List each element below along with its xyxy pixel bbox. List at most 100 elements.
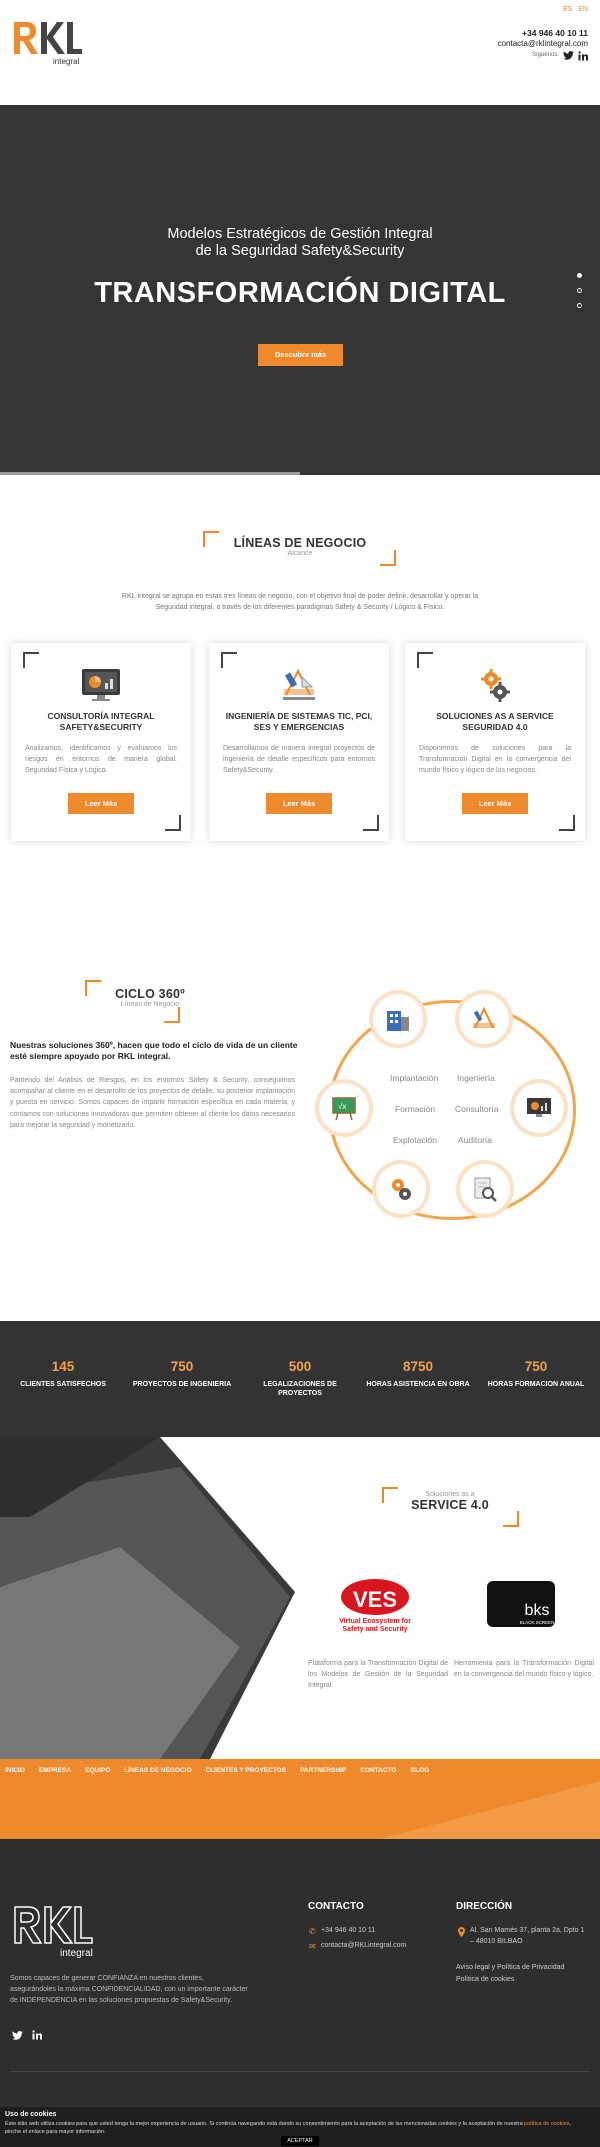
location-pin-icon bbox=[458, 1927, 465, 1937]
drafting-tools-icon bbox=[459, 994, 509, 1044]
ves-description: Plataforma para la Transformación Digita… bbox=[308, 1660, 448, 1689]
magnifier-document-icon bbox=[460, 1164, 510, 1214]
rkl-logo[interactable]: integral bbox=[12, 18, 84, 66]
footer-logo[interactable]: integral bbox=[12, 1903, 104, 1959]
accept-cookies-button[interactable]: ACEPTAR bbox=[281, 2136, 319, 2146]
svg-text:Safety and Security: Safety and Security bbox=[343, 1626, 408, 1633]
footer-nav: INICIO EMPRESA EQUIPO LÍNEAS DE NEGOCIO … bbox=[0, 1759, 600, 1781]
lang-en-link[interactable]: EN bbox=[578, 6, 588, 13]
lineas-title: LÍNEAS DE NEGOCIO bbox=[233, 536, 367, 550]
legal-link[interactable]: Aviso legal y Política de Privacidad bbox=[456, 1963, 564, 1974]
cycle-label: Formación bbox=[395, 1104, 436, 1114]
hero-subtitle: Modelos Estratégicos de Gestión Integral… bbox=[167, 226, 433, 259]
bks-logo[interactable]: bks BLACK SCREEN bbox=[485, 1579, 557, 1629]
stat-item: 500 LEGALIZACIONES DE PROYECTOS bbox=[263, 1359, 337, 1398]
cookie-title: Uso de cookies bbox=[5, 2111, 57, 2118]
drafting-tools-icon bbox=[283, 668, 315, 700]
nav-link-clientes[interactable]: CLIENTES Y PROYECTOS bbox=[206, 1767, 287, 1774]
svg-text:integral: integral bbox=[60, 1948, 93, 1959]
nav-link-contacto[interactable]: CONTACTO bbox=[360, 1767, 396, 1774]
mail-icon: ✉ bbox=[309, 1942, 316, 1951]
ciclo-subtitle: Líneas de Negocio bbox=[120, 1001, 180, 1008]
service-heading: Soluciones as a SERVICE 4.0 bbox=[411, 1491, 489, 1512]
stat-item: 8750 HORAS ASISTENCIA EN OBRA bbox=[366, 1359, 470, 1388]
monitor-chart-icon bbox=[82, 669, 120, 701]
title-bracket bbox=[164, 1007, 180, 1023]
decorative-triangle bbox=[380, 1781, 600, 1839]
ves-logo[interactable]: VES Virtual Ecosystem for Safety and Sec… bbox=[335, 1577, 415, 1633]
footer-address: Al. San Mamés 37, planta 2a, Dpto 1 – 48… bbox=[470, 1927, 585, 1945]
nav-link-partnership[interactable]: PARTNERSHIP bbox=[300, 1767, 346, 1774]
ciclo-lead: Nuestras soluciones 360º, hacen que todo… bbox=[10, 1040, 298, 1062]
card-title: CONSULTORÍA INTEGRAL SAFETY&SECURITY bbox=[47, 711, 155, 733]
follow-label: Síguenos: bbox=[531, 51, 559, 58]
cycle-label: Explotación bbox=[393, 1135, 437, 1145]
card-text: Analizamos, identificamos y evaluamos lo… bbox=[25, 745, 177, 774]
nav-link-lineas[interactable]: LÍNEAS DE NEGOCIO bbox=[124, 1767, 191, 1774]
building-icon bbox=[373, 994, 423, 1044]
nav-link-blog[interactable]: BLOG bbox=[410, 1767, 429, 1774]
title-bracket bbox=[503, 1511, 519, 1527]
cookie-policy-link[interactable]: Política de cookies bbox=[456, 1975, 514, 1986]
svg-text:Virtual Ecosystem for: Virtual Ecosystem for bbox=[339, 1618, 411, 1625]
header-contact: +34 946 40 10 11 contacta@rklintegral.co… bbox=[498, 28, 588, 61]
slider-progress-bar bbox=[0, 472, 300, 475]
read-more-button[interactable]: Leer Más bbox=[266, 793, 332, 814]
read-more-button[interactable]: Leer Más bbox=[462, 793, 528, 814]
hero-title: TRANSFORMACIÓN DIGITAL bbox=[94, 277, 506, 309]
site-footer: integral Somos capaces de generar CONFIA… bbox=[0, 1839, 600, 2109]
card-text: Desarrollamos de manera integral proyect… bbox=[223, 745, 375, 774]
footer-description: Somos capaces de generar CONFIANZA en nu… bbox=[10, 1975, 248, 2005]
lineas-intro: RKL Integral se agrupa en estas tres lín… bbox=[121, 593, 479, 612]
discover-more-button[interactable]: Descubre más bbox=[258, 344, 343, 366]
header-phone[interactable]: +34 946 40 10 11 bbox=[498, 28, 588, 39]
linkedin-icon[interactable] bbox=[578, 51, 588, 61]
stat-item: 145 CLIENTES SATISFECHOS bbox=[20, 1359, 106, 1388]
service-card: INGENIERÍA DE SISTEMAS TIC, PCI, SES Y E… bbox=[209, 643, 389, 841]
footer-phone[interactable]: +34 946 40 10 11 bbox=[321, 1926, 375, 1937]
gears-icon bbox=[376, 1164, 426, 1214]
slider-dot[interactable] bbox=[577, 288, 582, 293]
stat-item: 750 PROYECTOS DE INGENIERIA bbox=[132, 1359, 232, 1388]
svg-text:bks: bks bbox=[525, 1602, 550, 1619]
service-card: SOLUCIONES AS A SERVICE SEGURIDAD 4.0 Di… bbox=[405, 643, 585, 841]
footer-email[interactable]: contacta@RKLintegral.com bbox=[321, 1941, 406, 1952]
ciclo-text: Partiendo del Análisis de Riesgos, en lo… bbox=[10, 1077, 295, 1129]
monitor-chart-icon bbox=[514, 1083, 564, 1133]
linkedin-icon[interactable] bbox=[32, 2030, 42, 2040]
cycle-label: Consultoría bbox=[455, 1104, 499, 1114]
cycle-label: Ingeniería bbox=[457, 1073, 495, 1083]
nav-link-empresa[interactable]: EMPRESA bbox=[39, 1767, 71, 1774]
svg-text:VES: VES bbox=[353, 1587, 397, 1612]
footer-contact-title: CONTACTO bbox=[308, 1901, 364, 1912]
svg-text:BLACK SCREEN: BLACK SCREEN bbox=[520, 1620, 555, 1625]
header-email[interactable]: contacta@rklintegral.com bbox=[498, 39, 588, 49]
bks-description: Herramienta para la Transformación Digit… bbox=[454, 1660, 594, 1678]
slider-dot[interactable] bbox=[577, 303, 582, 308]
slider-dot[interactable] bbox=[577, 273, 582, 278]
gears-icon bbox=[481, 669, 510, 702]
cycle-label: Auditoría bbox=[458, 1135, 493, 1145]
twitter-icon[interactable] bbox=[12, 2031, 23, 2040]
read-more-button[interactable]: Leer Más bbox=[68, 793, 134, 814]
card-text: Disponemos de soluciones para la Transfo… bbox=[419, 745, 571, 774]
nav-link-inicio[interactable]: INICIO bbox=[5, 1767, 25, 1774]
cookie-text: Este sitio web utiliza cookies para que … bbox=[5, 2121, 571, 2135]
service-section: Soluciones as a SERVICE 4.0 VES Virtual … bbox=[0, 1437, 600, 1759]
language-switcher: ES EN bbox=[559, 6, 588, 13]
service-card: CONSULTORÍA INTEGRAL SAFETY&SECURITY Ana… bbox=[11, 643, 191, 841]
stats-bar: 145 CLIENTES SATISFECHOS 750 PROYECTOS DE … bbox=[0, 1321, 600, 1437]
stat-item: 750 HORAS FORMACION ANUAL bbox=[487, 1359, 585, 1388]
card-title: SOLUCIONES AS A SERVICE SEGURIDAD 4.0 bbox=[436, 711, 554, 733]
chalkboard-icon: √x bbox=[319, 1083, 369, 1133]
lang-es-link[interactable]: ES bbox=[563, 6, 572, 13]
twitter-icon[interactable] bbox=[563, 51, 574, 60]
cookie-policy-link[interactable]: política de cookies bbox=[524, 2121, 569, 2127]
cookie-banner: Uso de cookies Este sitio web utiliza co… bbox=[0, 2107, 600, 2147]
footer-address-title: DIRECCIÓN bbox=[456, 1901, 513, 1912]
svg-text:√x: √x bbox=[338, 1102, 346, 1111]
slider-dots bbox=[577, 273, 582, 308]
footer-divider bbox=[10, 2071, 590, 2072]
nav-link-equipo[interactable]: EQUIPO bbox=[85, 1767, 110, 1774]
logo-subtitle: integral bbox=[53, 57, 79, 66]
